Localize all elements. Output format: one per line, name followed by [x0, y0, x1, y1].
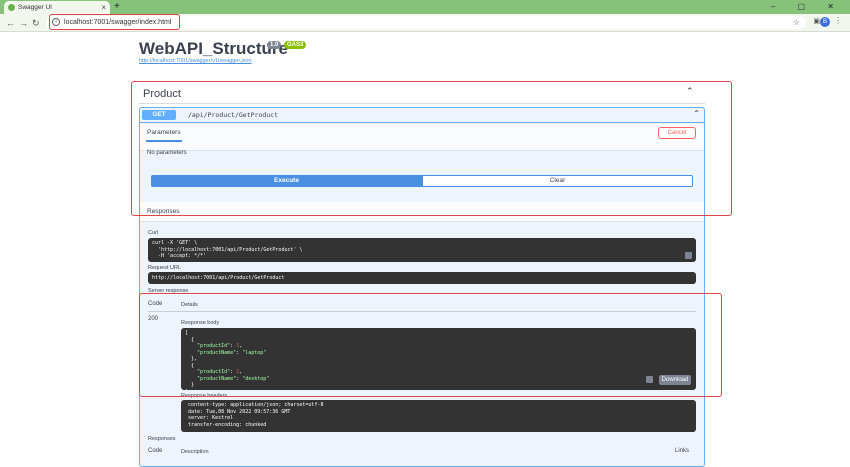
- oas-badge: OAS3: [284, 41, 307, 49]
- operation-summary[interactable]: GET /api/Product/GetProduct ⌃: [140, 108, 704, 123]
- no-parameters-text: No parameters: [147, 150, 187, 156]
- window-controls[interactable]: – ▢ ✕: [771, 0, 844, 13]
- divider: [148, 311, 696, 312]
- json-value: "desktop": [242, 375, 270, 382]
- browser-menu-icon[interactable]: ⋮: [834, 16, 842, 25]
- response-body-label: Response body: [181, 320, 220, 326]
- bookmark-star-icon[interactable]: ☆: [793, 16, 800, 29]
- response-headers-label: Response headers: [181, 393, 228, 399]
- json-value: "laptop": [242, 349, 267, 356]
- spec-url-link[interactable]: http://localhost:7001/swagger/v1/swagger…: [139, 58, 252, 64]
- browser-toolbar: ← → ↻ i localhost:7001/swagger/index.htm…: [0, 14, 850, 32]
- copy-icon[interactable]: [646, 376, 653, 383]
- swagger-favicon-icon: [8, 4, 15, 11]
- status-code: 200: [148, 316, 159, 322]
- address-bar[interactable]: i localhost:7001/swagger/index.html ☆: [46, 16, 806, 29]
- json-key: "productId": [197, 343, 231, 349]
- response-headers-code-block[interactable]: content-type: application/json; charset=…: [181, 400, 696, 432]
- profile-avatar[interactable]: B: [820, 17, 830, 27]
- download-button[interactable]: Download: [659, 375, 691, 385]
- tab-underline: [146, 140, 182, 142]
- request-url-label: Request URL: [148, 265, 182, 271]
- browser-tab[interactable]: Swagger UI ×: [4, 1, 110, 14]
- parameters-header: Parameters Cancel: [140, 124, 704, 151]
- responses-title: Responses: [147, 208, 180, 215]
- json-value: 2: [236, 369, 240, 375]
- cancel-button[interactable]: Cancel: [658, 127, 696, 139]
- operation-get-product: GET /api/Product/GetProduct ⌃ Parameters…: [139, 107, 705, 467]
- request-url-block[interactable]: http://localhost:7001/api/Product/GetPro…: [148, 272, 696, 284]
- links-column-header: Links: [675, 448, 690, 454]
- new-tab-button[interactable]: +: [114, 0, 120, 13]
- side-panel-icon[interactable]: ▣: [813, 17, 820, 25]
- curl-code-block[interactable]: curl -X 'GET' \ 'http://localhost:7001/a…: [148, 238, 696, 262]
- address-url[interactable]: localhost:7001/swagger/index.html: [64, 16, 171, 29]
- method-badge: GET: [142, 110, 176, 120]
- json-key: "productName": [197, 375, 237, 382]
- copy-icon[interactable]: [685, 252, 692, 259]
- site-info-icon[interactable]: i: [52, 18, 60, 26]
- api-title: WebAPI_Structure: [139, 39, 288, 58]
- details-column-header: Details: [181, 302, 198, 308]
- server-response-label: Server response: [148, 288, 189, 294]
- back-button[interactable]: ←: [6, 16, 15, 30]
- divider: [139, 103, 705, 104]
- code-column-header: Code: [148, 301, 163, 307]
- json-value: 1: [236, 343, 240, 349]
- code-column-header-2: Code: [148, 448, 163, 454]
- chevron-up-icon[interactable]: ⌃: [686, 86, 694, 97]
- version-badge: 1.0: [267, 41, 282, 49]
- json-key: "productId": [197, 369, 231, 375]
- chevron-up-icon[interactable]: ⌃: [693, 109, 700, 118]
- curl-label: Curl: [148, 230, 159, 236]
- json-key: "productName": [197, 349, 237, 356]
- reload-button[interactable]: ↻: [32, 16, 40, 30]
- forward-button[interactable]: →: [19, 16, 28, 30]
- tag-product-title[interactable]: Product: [143, 88, 181, 100]
- browser-tab-strip: Swagger UI × + – ▢ ✕: [0, 0, 850, 14]
- operation-path: /api/Product/GetProduct: [188, 111, 279, 119]
- responses-label: Responses: [148, 436, 176, 442]
- clear-button[interactable]: Clear: [422, 175, 693, 187]
- responses-header: Responses: [140, 202, 704, 222]
- tab-close-icon[interactable]: ×: [101, 1, 106, 14]
- description-column-header: Description: [181, 449, 209, 455]
- tab-title: Swagger UI: [18, 4, 52, 11]
- tab-parameters[interactable]: Parameters: [147, 129, 181, 136]
- response-body-code-block[interactable]: [ { "productId": 1, "productName": "lapt…: [181, 328, 696, 395]
- execute-button[interactable]: Execute: [151, 175, 422, 187]
